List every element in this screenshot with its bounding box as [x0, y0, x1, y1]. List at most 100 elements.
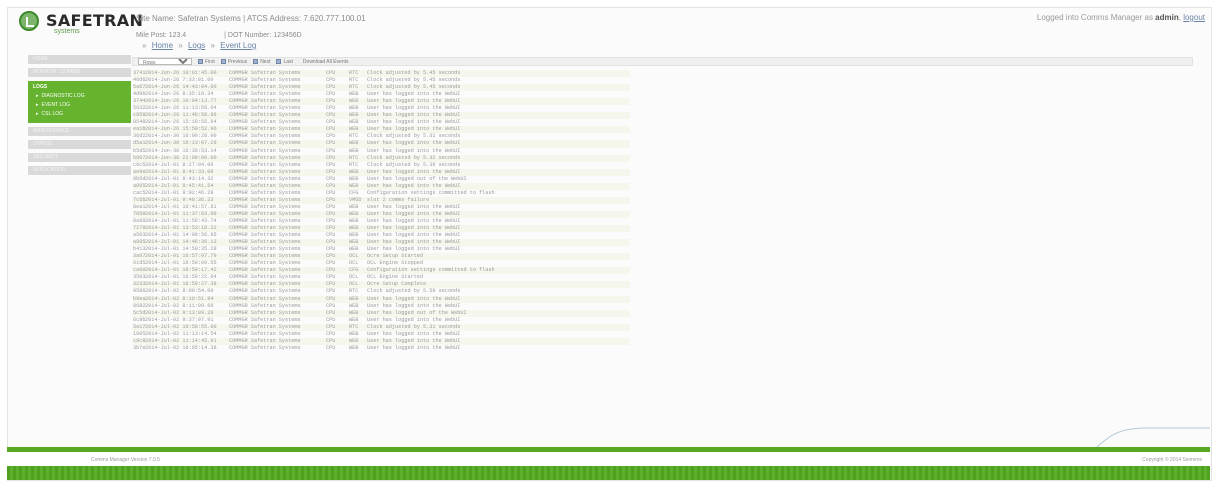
sidebar-subitem-event-log[interactable]: EVENT LOG [28, 101, 131, 110]
sidebar-item-status[interactable]: STATUS [28, 140, 131, 149]
log-message: Ocre Setup Started [367, 253, 424, 260]
first-label: First [205, 58, 215, 65]
log-id: b607 [133, 154, 146, 161]
breadcrumb-event-log-link[interactable]: Event Log [220, 41, 256, 50]
log-category: CPU [326, 91, 336, 98]
first-page-button[interactable]: First [198, 59, 215, 65]
log-id: c9c8 [133, 337, 146, 344]
log-type: WEB [349, 105, 359, 112]
sidebar-subitem-csl-log[interactable]: CSL LOG [28, 110, 131, 119]
log-date: 2014-Jul-02 9:37:07.91 [145, 316, 214, 323]
log-row: 8ea1 2014-Jul-01 10:41:57.81 COMMGR Safetr… [133, 204, 630, 211]
log-message: Configuration settings committed to flas… [367, 267, 495, 274]
log-type: WEB [349, 225, 359, 232]
breadcrumb-logs-link[interactable]: Logs [188, 41, 205, 50]
log-type: RTC [349, 161, 359, 168]
last-label: Last [283, 58, 293, 65]
log-id: 46d6 [133, 77, 146, 84]
log-source: COMMGR Safetran Systems [229, 288, 301, 295]
log-type: WEB [349, 337, 359, 344]
log-date: 2014-Jul-02 9:13:09.20 [145, 309, 214, 316]
log-category: CPU [326, 239, 336, 246]
sidebar-item-security[interactable]: SECURITY [28, 153, 131, 162]
log-category: CPU [326, 105, 336, 112]
log-message: User has logged into the WebUI [367, 225, 461, 232]
log-id: 61d5 [133, 260, 146, 267]
last-page-button[interactable]: Last [276, 58, 293, 65]
log-category: CPU [326, 302, 336, 309]
log-date: 2014-Jun-26 8:35:19.34 [145, 91, 214, 98]
sidebar-subitem-diagnostic-log[interactable]: DIAGNOSTIC LOG [28, 92, 131, 101]
log-row: 5a67 2014-Jun-26 14:43:04.00 COMMGR Safetr… [133, 84, 630, 92]
log-type: WEB [349, 232, 359, 239]
sidebar-group-logs: LOGS DIAGNOSTIC LOG EVENT LOG CSL LOG [28, 81, 131, 123]
log-source: COMMGR Safetran Systems [229, 182, 301, 189]
log-category: CPU [326, 267, 336, 274]
sidebar-item-monitor-comms[interactable]: MONITOR / COMMS [28, 68, 131, 77]
first-icon [198, 59, 203, 64]
sidebar-item-application[interactable]: APPLICATION [28, 166, 131, 175]
log-category: CPU [326, 203, 336, 210]
log-category: CPU [326, 274, 336, 281]
log-message: User has logged into the WebUI [367, 344, 461, 351]
log-date: 2014-Jul-02 8:10:51.84 [145, 295, 214, 302]
logout-link[interactable]: logout [1183, 13, 1205, 22]
log-category: CPU [326, 337, 336, 344]
download-all-events-button[interactable]: Download All Events [303, 59, 349, 65]
log-category: CPU [326, 175, 336, 182]
log-row: 3a67 2014-Jul-01 16:57:07.79 COMMGR Safetr… [133, 253, 630, 261]
next-page-button[interactable]: Next [253, 59, 270, 65]
log-date: 2014-Jul-01 11:56:43.74 [145, 217, 217, 224]
log-category: CPU [326, 295, 336, 302]
log-type: VMOD [349, 196, 362, 203]
log-message: Clock adjusted by 5.59 seconds [367, 288, 461, 295]
log-type: WEB [349, 140, 359, 147]
login-separator: , [1178, 13, 1181, 22]
log-source: COMMGR Safetran Systems [229, 281, 301, 288]
log-message: Clock adjusted by 5.45 seconds [367, 77, 461, 84]
sidebar-item-logs[interactable]: LOGS [28, 83, 131, 92]
log-row: c6c5 2014-Jul-01 8:27:04.00 COMMGR Safetra… [133, 162, 630, 169]
log-category: CPU [326, 281, 336, 288]
log-id: 5a17 [133, 323, 146, 330]
sidebar-item-home[interactable]: HOME [28, 55, 131, 64]
log-type: WEB [349, 147, 359, 154]
log-category: CPU [326, 168, 336, 175]
log-id: c959 [133, 112, 146, 119]
log-source: COMMGR Safetran Systems [229, 309, 301, 316]
breadcrumb-home-link[interactable]: Home [152, 41, 173, 50]
breadcrumb-separator: » [210, 41, 215, 50]
login-username: admin [1155, 13, 1179, 22]
log-row: 4d9b 2014-Jun-26 8:35:19.34 COMMGR Safetra… [133, 91, 630, 98]
log-id: 3233 [133, 281, 146, 288]
log-id: 7279 [133, 225, 146, 232]
log-id: a895 [133, 239, 146, 246]
log-id: 4d9b [133, 91, 146, 98]
log-category: CPU [326, 98, 336, 105]
sidebar-item-maintenance[interactable]: MAINTENANCE [28, 127, 131, 136]
log-row: 1605 2014-Jul-02 11:13:14.54 COMMGR Safetr… [133, 331, 630, 338]
event-log-table: 3741 2014-Jun-26 10:01:45.00 COMMGR Safetr… [133, 70, 630, 352]
log-row: a895 2014-Jul-01 14:46:36.13 COMMGR Safetr… [133, 239, 630, 247]
log-category: CPU [326, 323, 336, 330]
log-source: COMMGR Safetran Systems [229, 98, 301, 105]
log-type: CFG [349, 189, 359, 196]
log-category: CPU [326, 70, 336, 76]
log-source: COMMGR Safetran Systems [229, 267, 301, 274]
log-row: c959 2014-Jun-26 11:48:58.96 COMMGR Safetr… [133, 112, 630, 120]
log-source: COMMGR Safetran Systems [229, 133, 301, 140]
log-date: 2014-Jul-01 9:02:46.28 [145, 189, 214, 196]
log-message: Configuration settings committed to flas… [367, 189, 495, 196]
rows-select[interactable]: Rows [138, 58, 192, 65]
previous-page-button[interactable]: Previous [220, 59, 247, 65]
log-id: 8a60 [133, 217, 146, 224]
log-id: 6c8b [133, 316, 146, 323]
log-category: CPU [326, 316, 336, 323]
log-type: WEB [349, 182, 359, 189]
log-message: User has logged into the WebUI [367, 98, 461, 105]
log-message: User has logged into the WebUI [367, 330, 461, 337]
log-category: CPU [326, 330, 336, 337]
log-message: Clock adjusted by 5.31 seconds [367, 323, 461, 330]
log-type: WEB [349, 217, 359, 224]
log-row: 46d6 2014-Jun-26 7:33:01.00 COMMGR Safetra… [133, 77, 630, 84]
